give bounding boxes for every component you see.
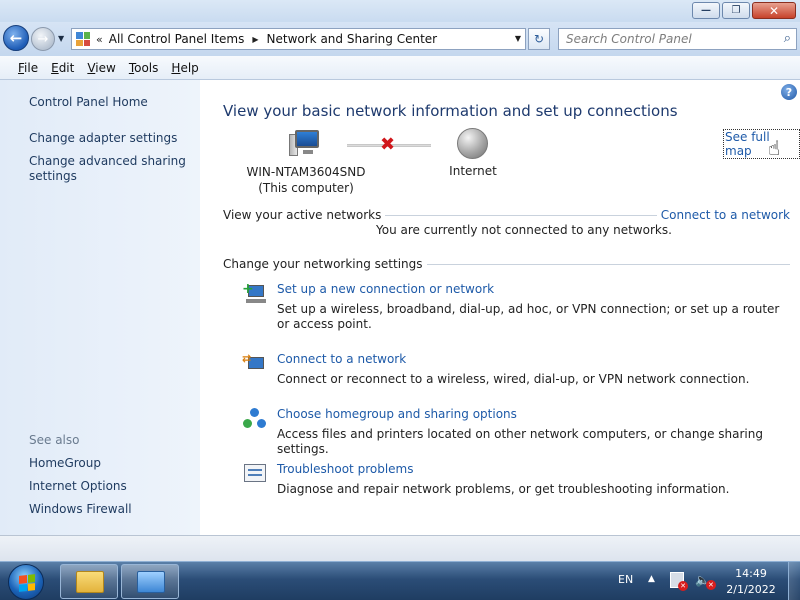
maximize-button[interactable]: ❐: [722, 2, 750, 19]
clock-date: 2/1/2022: [726, 583, 776, 596]
close-button[interactable]: ✕: [752, 2, 796, 19]
network-error-icon: ✕: [678, 581, 688, 591]
status-bar: [0, 535, 800, 561]
minimize-icon: —: [701, 4, 711, 16]
computer-icon[interactable]: [289, 128, 321, 158]
menu-bar: File Edit View Tools Help: [0, 56, 800, 80]
maximize-icon: ❐: [731, 4, 741, 16]
recent-pages-dropdown-icon[interactable]: ▼: [58, 34, 64, 43]
setup-connection-link[interactable]: Set up a new connection or network: [277, 282, 494, 296]
troubleshoot-description: Diagnose and repair network problems, or…: [277, 482, 730, 496]
control-panel-taskbar-icon: [137, 571, 165, 593]
forward-button[interactable]: →: [31, 27, 55, 51]
task-troubleshoot: Troubleshoot problems Diagnose and repai…: [242, 462, 782, 502]
new-connection-icon: +: [242, 282, 266, 306]
address-dropdown-icon[interactable]: ▼: [515, 34, 521, 43]
setup-connection-description: Set up a wireless, broadband, dial-up, a…: [277, 302, 780, 331]
refresh-button[interactable]: ↻: [528, 28, 550, 50]
volume-error-icon: ✕: [705, 580, 716, 590]
refresh-icon: ↻: [533, 32, 545, 46]
task-homegroup-sharing: Choose homegroup and sharing options Acc…: [242, 407, 782, 456]
computer-name: WIN-NTAM3604SND: [246, 165, 366, 179]
menu-view[interactable]: View: [87, 61, 115, 75]
change-adapter-settings-link[interactable]: Change adapter settings: [29, 131, 177, 146]
task-connect-network: ⇄ Connect to a network Connect or reconn…: [242, 352, 782, 392]
taskbar: EN ▲ ✕ 🔈 ✕ 14:49 2/1/2022: [0, 561, 800, 600]
this-computer-label: WIN-NTAM3604SND (This computer): [240, 164, 372, 196]
see-full-map-link[interactable]: See full map: [723, 129, 800, 159]
back-button[interactable]: ←: [3, 25, 29, 51]
task-setup-connection: + Set up a new connection or network Set…: [242, 282, 782, 332]
troubleshoot-icon: [242, 462, 266, 486]
search-box[interactable]: ⌕: [558, 28, 797, 50]
system-clock[interactable]: 14:49 2/1/2022: [716, 566, 786, 598]
volume-tray-icon[interactable]: 🔈 ✕: [695, 573, 716, 590]
windows-firewall-link[interactable]: Windows Firewall: [29, 502, 132, 517]
homegroup-link[interactable]: HomeGroup: [29, 456, 101, 471]
search-input[interactable]: [559, 29, 764, 49]
network-status-text: You are currently not connected to any n…: [376, 223, 672, 237]
homegroup-sharing-link[interactable]: Choose homegroup and sharing options: [277, 407, 517, 421]
show-desktop-button[interactable]: [788, 562, 800, 600]
navigation-bar: ← → ▼ « All Control Panel Items ▶ Networ…: [0, 22, 800, 56]
window-controls: — ❐ ✕: [692, 2, 796, 19]
hand-cursor-icon: ☝: [768, 136, 781, 160]
computer-caption: (This computer): [258, 181, 354, 195]
address-bar[interactable]: « All Control Panel Items ▶ Network and …: [71, 28, 526, 50]
help-button[interactable]: ?: [781, 84, 797, 100]
close-icon: ✕: [768, 3, 780, 18]
control-panel-icon: [76, 32, 90, 46]
minimize-button[interactable]: —: [692, 2, 720, 19]
networking-settings-label: Change your networking settings: [223, 257, 427, 271]
windows-logo-icon: [19, 574, 35, 592]
networking-settings-section: Change your networking settings: [223, 257, 790, 273]
page-title: View your basic network information and …: [223, 102, 678, 120]
start-button[interactable]: [8, 564, 44, 600]
menu-file[interactable]: File: [18, 61, 38, 75]
connect-network-icon: ⇄: [242, 352, 266, 376]
back-arrow-icon: ←: [9, 29, 23, 47]
internet-globe-icon[interactable]: [457, 128, 488, 159]
menu-edit[interactable]: Edit: [51, 61, 74, 75]
main-content: ? View your basic network information an…: [200, 80, 800, 535]
show-hidden-icons-icon[interactable]: ▲: [648, 574, 655, 584]
active-networks-label: View your active networks: [223, 208, 386, 222]
taskbar-control-panel-button[interactable]: [121, 564, 179, 599]
disconnected-x-icon[interactable]: ✖: [380, 134, 395, 155]
change-advanced-sharing-settings-link[interactable]: Change advanced sharing settings: [29, 154, 189, 184]
forward-arrow-icon: →: [37, 31, 49, 47]
internet-label: Internet: [449, 164, 497, 178]
troubleshoot-link[interactable]: Troubleshoot problems: [277, 462, 413, 476]
breadcrumb-separator-icon[interactable]: ▶: [252, 35, 258, 44]
language-indicator[interactable]: EN: [618, 573, 633, 586]
menu-tools[interactable]: Tools: [129, 61, 159, 75]
taskbar-explorer-button[interactable]: [60, 564, 118, 599]
left-task-pane: Control Panel Home Change adapter settin…: [0, 80, 200, 535]
breadcrumb-network-and-sharing-center[interactable]: Network and Sharing Center: [267, 32, 438, 46]
breadcrumb-all-control-panel-items[interactable]: All Control Panel Items: [109, 32, 245, 46]
search-icon[interactable]: ⌕: [784, 31, 791, 46]
see-also-label: See also: [29, 433, 80, 447]
network-tray-icon[interactable]: ✕: [670, 572, 688, 591]
connect-network-link[interactable]: Connect to a network: [277, 352, 406, 366]
breadcrumb-overflow-icon[interactable]: «: [96, 33, 103, 46]
active-networks-section: View your active networks Connect to a n…: [223, 208, 790, 224]
control-panel-home-link[interactable]: Control Panel Home: [29, 95, 148, 110]
menu-help[interactable]: Help: [171, 61, 198, 75]
homegroup-icon: [242, 407, 266, 431]
folder-icon: [76, 571, 104, 593]
homegroup-sharing-description: Access files and printers located on oth…: [277, 427, 763, 456]
clock-time: 14:49: [735, 567, 767, 580]
internet-options-link[interactable]: Internet Options: [29, 479, 127, 494]
help-icon: ?: [785, 85, 793, 99]
connect-network-description: Connect or reconnect to a wireless, wire…: [277, 372, 750, 386]
connect-to-network-link[interactable]: Connect to a network: [656, 208, 790, 222]
